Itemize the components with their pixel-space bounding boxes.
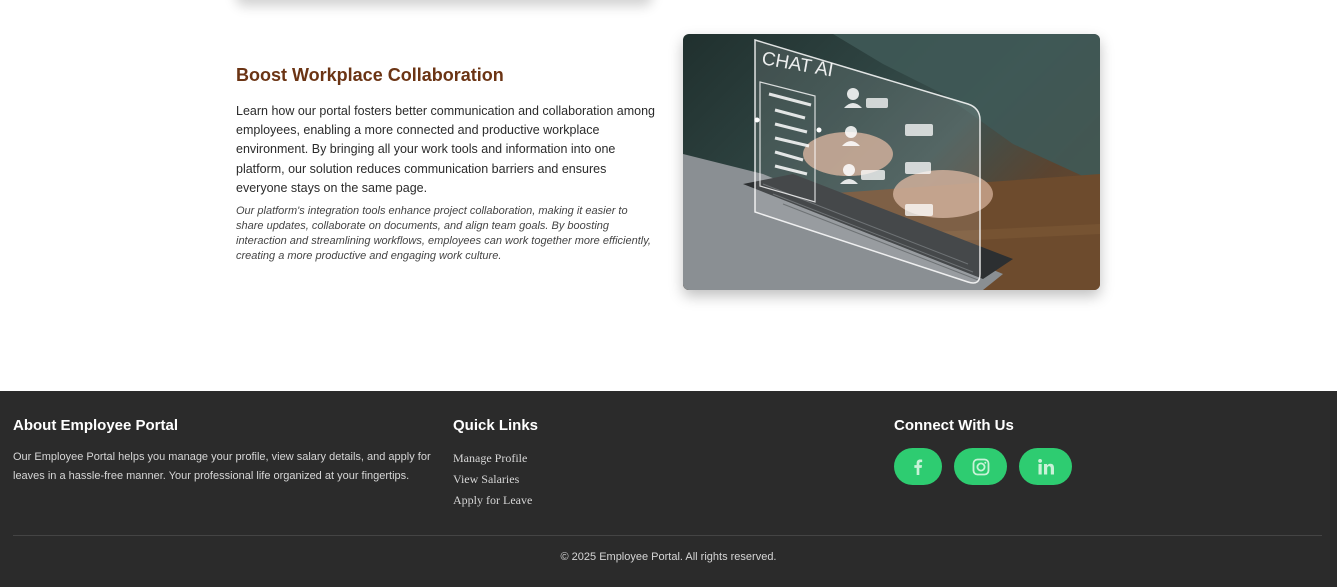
collaboration-feature: Boost Workplace Collaboration Learn how … [236,34,1100,290]
footer-divider [13,535,1322,536]
footer-connect: Connect With Us [894,417,1194,485]
feature-body: Learn how our portal fosters better comm… [236,104,655,195]
feature-text: Boost Workplace Collaboration Learn how … [236,64,656,264]
list-item: Manage Profile [453,448,653,469]
social-links [894,448,1194,485]
footer-links-heading: Quick Links [453,417,539,434]
instagram-button[interactable] [954,448,1007,485]
facebook-button[interactable] [894,448,942,485]
chat-ai-illustration: CHAT AI [683,34,1100,290]
footer-about: About Employee Portal Our Employee Porta… [13,417,433,486]
footer-about-text: Our Employee Portal helps you manage you… [13,451,431,482]
link-view-salaries[interactable]: View Salaries [453,472,519,486]
feature-note: Our platform's integration tools enhance… [236,205,651,263]
footer-about-heading: About Employee Portal [13,417,179,434]
linkedin-button[interactable] [1019,448,1072,485]
instagram-icon [972,458,989,475]
list-item: Apply for Leave [453,490,653,511]
list-item: View Salaries [453,469,653,490]
footer-quick-links: Quick Links Manage Profile View Salaries… [453,417,653,511]
link-apply-leave[interactable]: Apply for Leave [453,493,532,507]
linkedin-icon [1037,458,1054,474]
copyright-text: © 2025 Employee Portal. All rights reser… [560,551,777,563]
site-footer: About Employee Portal Our Employee Porta… [0,391,1337,587]
feature-title: Boost Workplace Collaboration [236,65,504,85]
footer-connect-heading: Connect With Us [894,417,1014,434]
quick-links-list: Manage Profile View Salaries Apply for L… [453,448,653,511]
link-manage-profile[interactable]: Manage Profile [453,451,527,465]
facebook-icon [914,458,923,475]
